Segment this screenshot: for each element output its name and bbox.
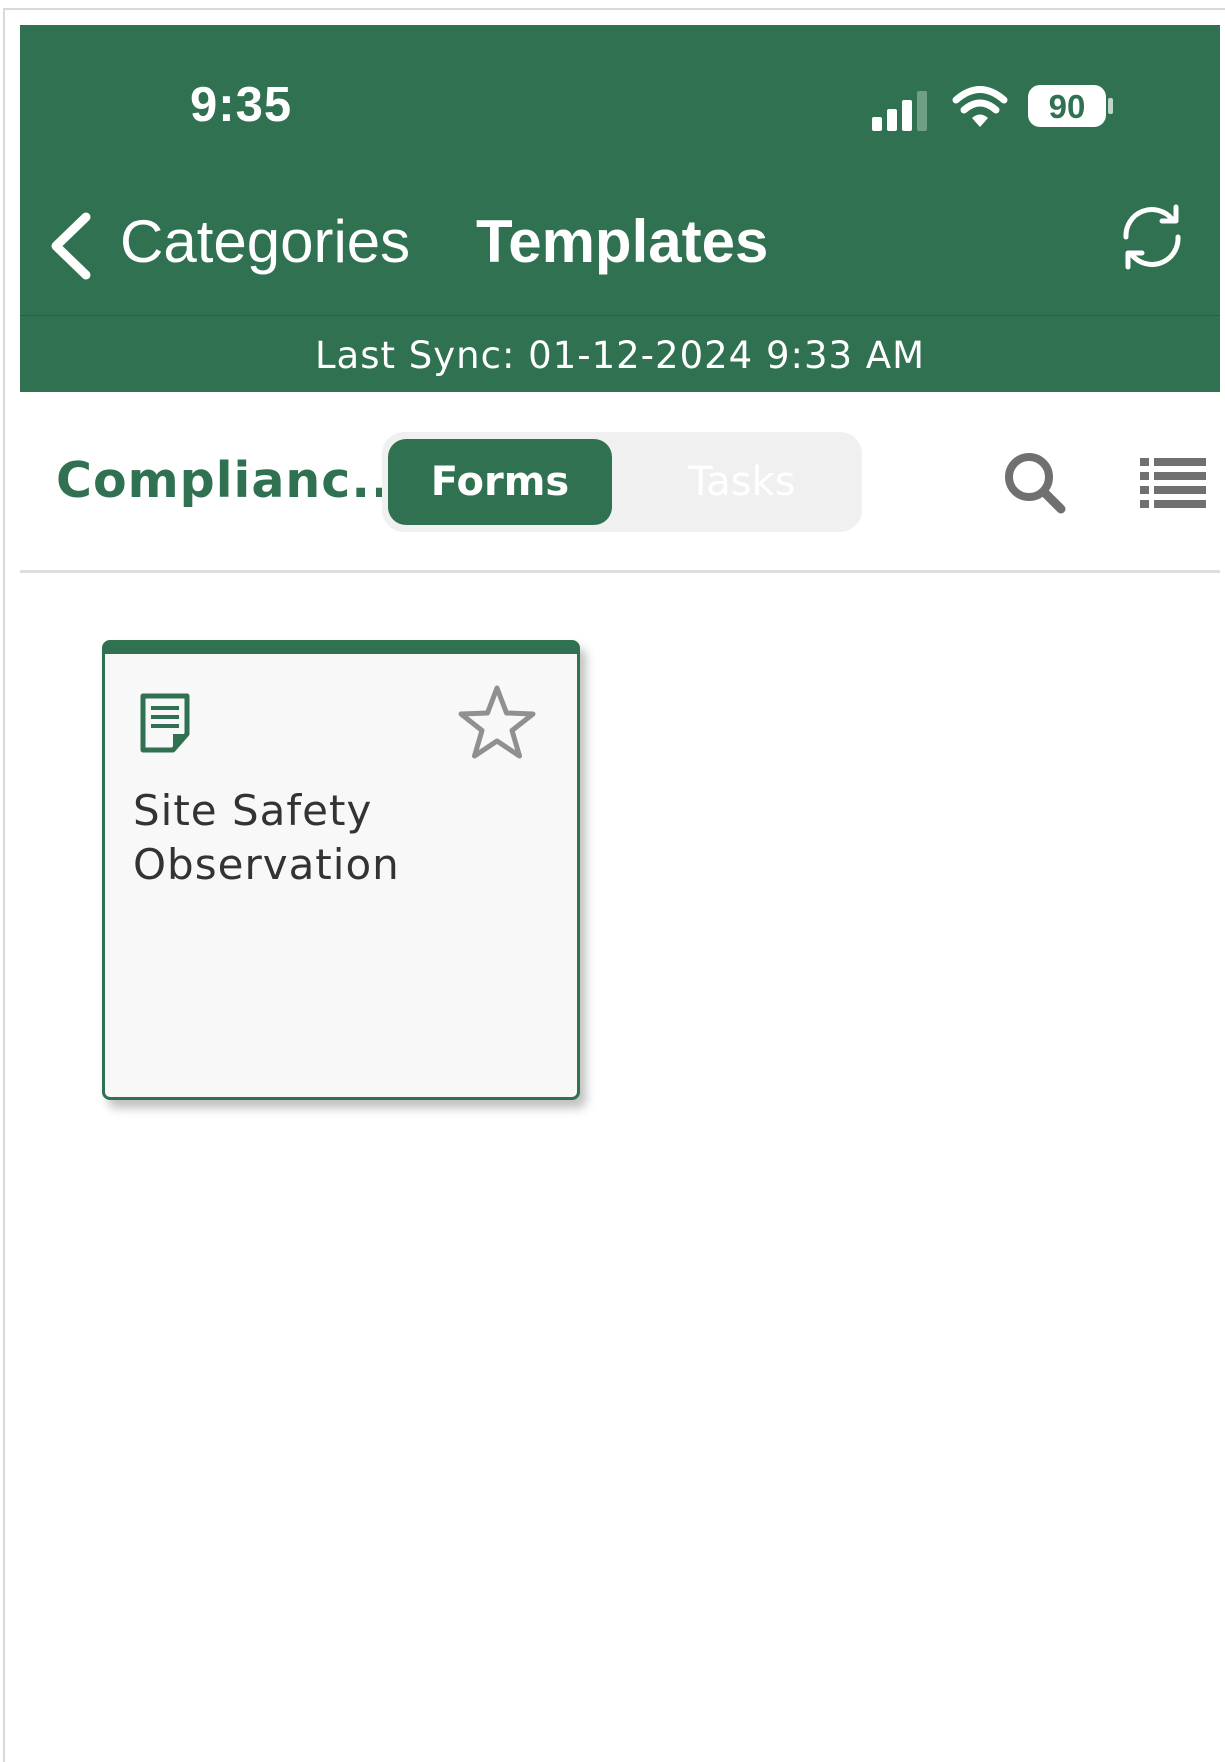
template-title: Site Safety Observation xyxy=(133,786,400,889)
list-view-icon[interactable] xyxy=(1140,458,1206,515)
signal-icon xyxy=(872,89,932,138)
battery-level-text: 90 xyxy=(1049,88,1086,125)
toolbar-divider xyxy=(20,570,1220,573)
status-time: 9:35 xyxy=(190,78,293,132)
forms-tasks-segmented-control: Forms Tasks xyxy=(382,432,862,532)
document-icon xyxy=(139,692,191,759)
toolbar: Complianc... Forms Tasks xyxy=(20,392,1220,572)
status-bar: 9:35 90 xyxy=(20,25,1220,165)
sync-status-bar: Last Sync: 01-12-2024 9:33 AM xyxy=(20,315,1220,392)
battery-icon: 90 xyxy=(1026,83,1114,134)
category-title[interactable]: Complianc... xyxy=(56,452,410,509)
template-card[interactable]: Site Safety Observation xyxy=(102,640,580,1100)
segment-tasks[interactable]: Tasks xyxy=(630,439,854,525)
nav-bar: Categories Templates xyxy=(20,165,1220,315)
search-icon[interactable] xyxy=(1002,450,1068,521)
refresh-icon[interactable] xyxy=(1116,201,1188,278)
wifi-icon xyxy=(952,85,1008,134)
back-button[interactable]: Categories xyxy=(120,207,410,276)
header: 9:35 90 Categories Templates Last Sync: … xyxy=(20,25,1220,392)
segment-forms[interactable]: Forms xyxy=(388,439,612,525)
back-chevron-icon[interactable] xyxy=(46,211,94,286)
page-title: Templates xyxy=(476,208,769,275)
star-outline-icon[interactable] xyxy=(457,684,537,765)
last-sync-text: Last Sync: 01-12-2024 9:33 AM xyxy=(314,334,926,377)
